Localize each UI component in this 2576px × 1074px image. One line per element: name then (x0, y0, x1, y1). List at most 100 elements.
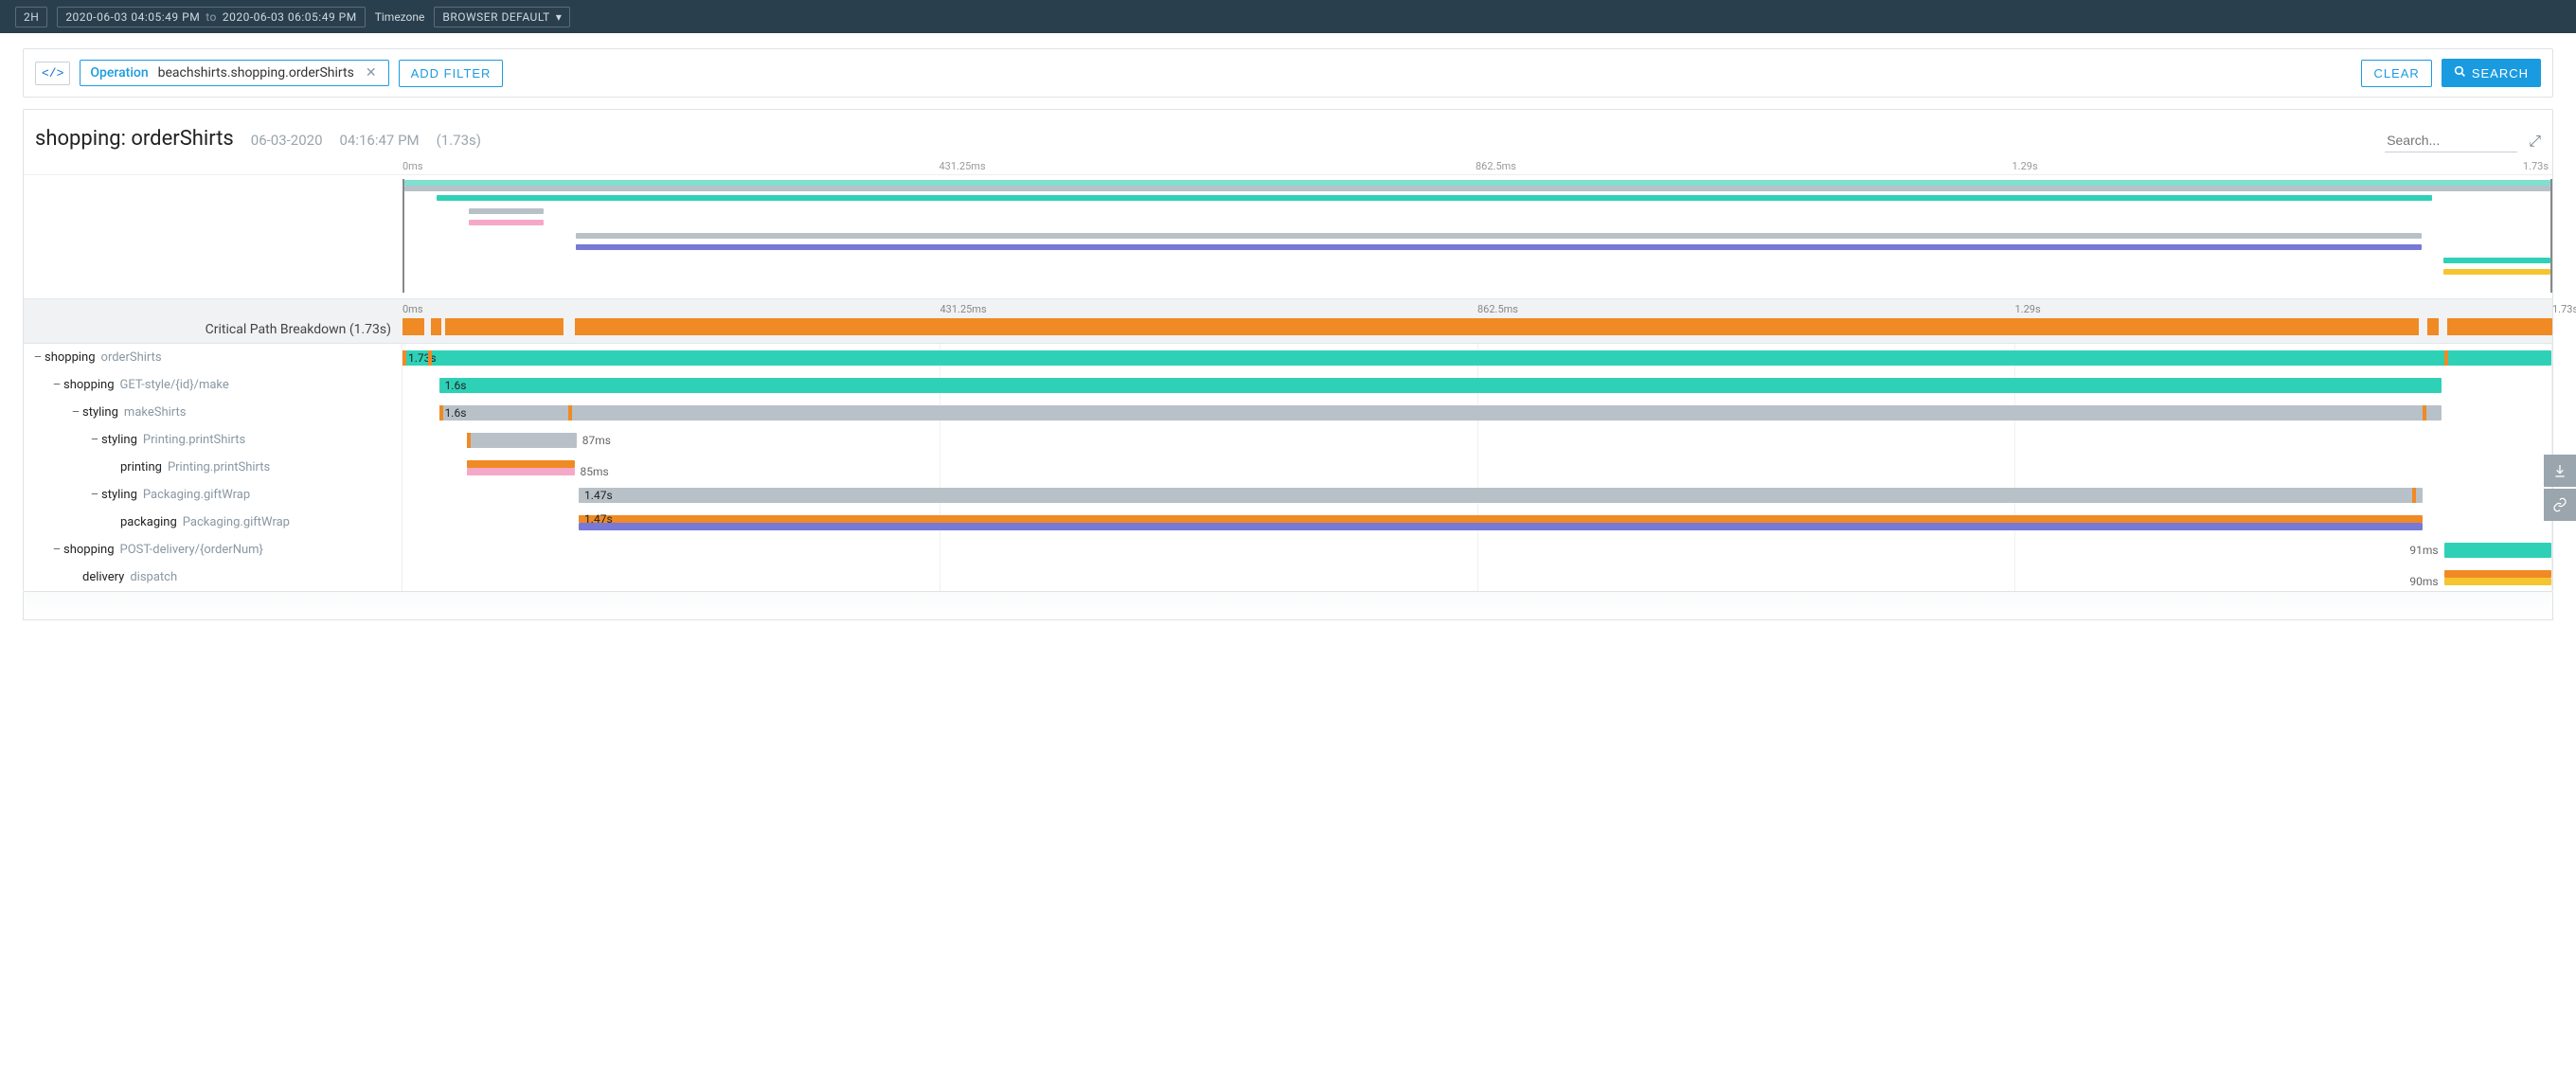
operation-filter-chip[interactable]: Operation beachshirts.shopping.orderShir… (80, 60, 388, 86)
critical-tick (2444, 350, 2448, 366)
expand-toggle[interactable]: – (50, 378, 63, 392)
span-row[interactable]: –shoppingPOST-delivery/{orderNum} 91ms (24, 536, 2552, 564)
expand-toggle[interactable]: – (69, 405, 82, 420)
span-row[interactable]: –shopping GET-style/{id}/make 1.6s (24, 371, 2552, 399)
span-bar-area: 91ms (402, 536, 2552, 564)
timezone-label: Timezone (375, 10, 425, 24)
span-search-input[interactable] (2385, 129, 2517, 152)
clear-button[interactable]: CLEAR (2361, 60, 2431, 87)
add-filter-button[interactable]: ADD FILTER (399, 60, 504, 87)
span-operation: makeShirts (124, 405, 187, 420)
filter-row: </> Operation beachshirts.shopping.order… (24, 49, 2552, 97)
span-service: packaging (120, 515, 177, 529)
critical-path-segment (445, 318, 564, 335)
span-bar[interactable] (579, 523, 2423, 530)
span-bar[interactable]: 1.47s (579, 515, 2423, 523)
span-duration-label: 91ms (2409, 544, 2438, 557)
span-service: shopping (63, 378, 115, 392)
span-row[interactable]: deliverydispatch90ms (24, 564, 2552, 591)
span-label-cell: –stylingmakeShirts (24, 399, 402, 426)
download-icon[interactable] (2544, 455, 2576, 487)
trace-detail-card: shopping: orderShirts 06-03-2020 04:16:4… (23, 109, 2553, 592)
expand-toggle[interactable]: – (31, 350, 45, 365)
time-to: 2020-06-03 06:05:49 PM (223, 10, 357, 24)
span-label-cell: printing Printing.printShirts (24, 454, 402, 481)
span-label-cell: –shopping GET-style/{id}/make (24, 371, 402, 399)
span-label-cell: –stylingPackaging.giftWrap (24, 481, 402, 509)
span-duration-label: 1.47s (584, 489, 613, 502)
expand-toggle[interactable]: – (88, 488, 101, 502)
expand-toggle[interactable]: – (50, 543, 63, 557)
span-duration-label: 1.6s (445, 406, 467, 420)
span-label-cell: –shoppingPOST-delivery/{orderNum} (24, 536, 402, 564)
remove-filter-icon[interactable]: ✕ (364, 65, 379, 81)
span-service: styling (101, 433, 137, 447)
critical-path-segment (575, 318, 2420, 335)
expand-toggle[interactable]: – (88, 433, 101, 447)
span-row[interactable]: –stylingmakeShirts 1.6s (24, 399, 2552, 426)
axis-tick: 1.29s (2015, 303, 2041, 315)
span-row[interactable]: –stylingPackaging.giftWrap 1.47s (24, 481, 2552, 509)
span-bar[interactable]: 1.6s (439, 378, 2442, 393)
critical-tick (568, 405, 572, 421)
span-operation: Printing.printShirts (168, 460, 270, 474)
critical-path-segment (402, 318, 424, 335)
span-duration-label: 1.6s (445, 379, 467, 392)
mini-bar (469, 220, 544, 225)
trace-duration: (1.73s) (437, 132, 481, 149)
span-label-cell: packagingPackaging.giftWrap (24, 509, 402, 536)
span-row[interactable]: printing Printing.printShirts 85ms (24, 454, 2552, 481)
span-bar-area: 1.47s (402, 481, 2552, 509)
span-bar[interactable]: 1.6s (439, 405, 2442, 421)
mini-bar (576, 233, 2422, 239)
search-button[interactable]: SEARCH (2442, 59, 2541, 87)
mini-bar (404, 186, 2550, 191)
span-bar-area: 1.73s (402, 344, 2552, 371)
span-service: printing (120, 460, 162, 474)
span-row[interactable]: –styling Printing.printShirts 87ms (24, 426, 2552, 454)
critical-path-bars (402, 318, 2552, 335)
span-bar[interactable]: 85ms (467, 468, 574, 475)
span-bar[interactable]: 87ms (467, 433, 577, 448)
span-bar-area: 1.47s (402, 509, 2552, 536)
critical-path-segment (2427, 318, 2438, 335)
span-duration-label: 87ms (582, 434, 611, 447)
span-service: delivery (82, 570, 124, 584)
span-operation: Printing.printShirts (143, 433, 245, 447)
span-service: shopping (63, 543, 115, 557)
span-operation: GET-style/{id}/make (120, 378, 229, 392)
critical-path-row: Critical Path Breakdown (1.73s) 0ms431.2… (24, 298, 2552, 344)
code-icon[interactable]: </> (35, 62, 70, 85)
span-row[interactable]: packagingPackaging.giftWrap 1.47s (24, 509, 2552, 536)
trace-date: 06-03-2020 (251, 132, 323, 149)
critical-tick (2412, 488, 2416, 503)
timezone-select[interactable]: BROWSER DEFAULT ▾ (434, 7, 570, 27)
mini-bar (2443, 269, 2550, 275)
span-bar-area: 87ms (402, 426, 2552, 454)
link-icon[interactable] (2544, 489, 2576, 521)
mini-ruler-ticks: 0ms431.25ms862.5ms1.29s1.73s (402, 160, 2549, 174)
span-label-cell: –styling Printing.printShirts (24, 426, 402, 454)
span-rows: –shoppingorderShirts1.73s–shoppingGET-st… (24, 344, 2552, 591)
span-bar[interactable]: 1.73s (402, 350, 2551, 366)
critical-path-label: Critical Path Breakdown (1.73s) (24, 299, 402, 343)
card-bottom-shadow (23, 592, 2553, 620)
span-bar[interactable]: 1.47s (579, 488, 2423, 503)
span-bar[interactable]: 91ms (2444, 543, 2551, 558)
mini-bar (437, 195, 2432, 201)
span-bar[interactable]: 90ms (2444, 578, 2551, 585)
span-bar[interactable] (2444, 570, 2551, 578)
axis-tick: 1.73s (2552, 303, 2576, 315)
mini-overview-area[interactable] (402, 179, 2552, 293)
time-range-picker[interactable]: 2020-06-03 04:05:49 PM to 2020-06-03 06:… (57, 7, 365, 27)
topbar: 2H 2020-06-03 04:05:49 PM to 2020-06-03 … (0, 0, 2576, 33)
time-range-chip[interactable]: 2H (15, 7, 47, 27)
mini-overview[interactable] (24, 175, 2552, 298)
collapse-icon[interactable]: ⤢ (2529, 132, 2541, 151)
chevron-down-icon: ▾ (556, 10, 563, 24)
mini-bar (469, 208, 544, 214)
trace-title: shopping: orderShirts (35, 127, 234, 151)
span-bar[interactable] (467, 460, 574, 468)
span-row[interactable]: –shoppingorderShirts1.73s (24, 344, 2552, 371)
axis-tick: 0ms (402, 303, 423, 315)
